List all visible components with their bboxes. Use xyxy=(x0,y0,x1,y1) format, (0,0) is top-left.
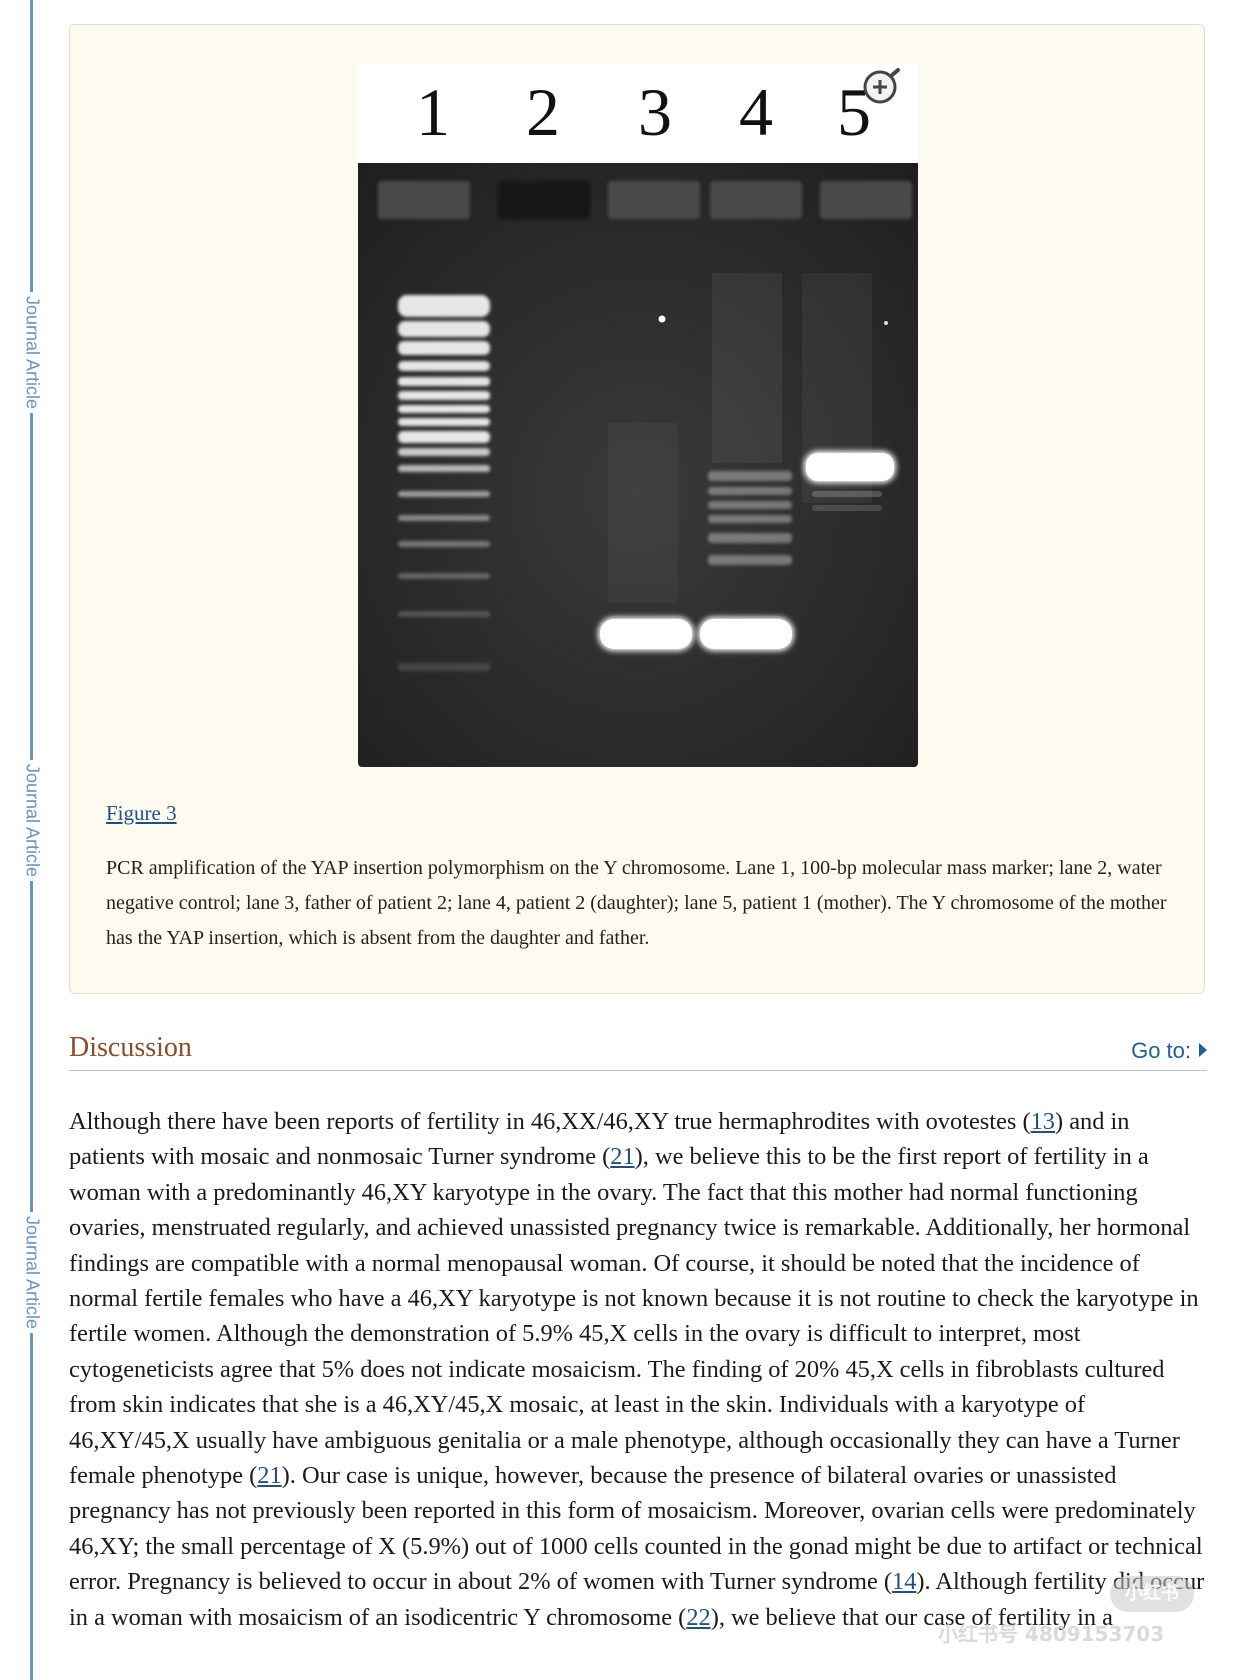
figure-caption: PCR amplification of the YAP insertion p… xyxy=(106,857,1167,949)
sidebar-rail: Journal Article Journal Article Journal … xyxy=(0,0,60,1680)
figure-box: 1 2 3 4 5 Figure 3 PCR amplification of … xyxy=(69,24,1205,994)
reference-link[interactable]: 22 xyxy=(686,1604,710,1631)
reference-link[interactable]: 14 xyxy=(892,1568,916,1595)
discussion-paragraph: Although there have been reports of fert… xyxy=(69,1108,1205,1631)
caret-right-icon xyxy=(1199,1043,1207,1057)
lane-number: 3 xyxy=(638,74,672,150)
watermark-badge: 小红书 xyxy=(1110,1576,1194,1612)
reference-link[interactable]: 21 xyxy=(610,1143,634,1170)
figure-link[interactable]: Figure 3 xyxy=(106,801,177,826)
section-header: Discussion Go to: xyxy=(69,1026,1207,1071)
goto-menu[interactable]: Go to: xyxy=(1131,1038,1207,1064)
watermark-text: 小红书号 4809153703 xyxy=(938,1622,1165,1646)
section-title: Discussion xyxy=(69,1032,192,1063)
goto-label: Go to: xyxy=(1131,1038,1191,1063)
lane-number: 1 xyxy=(416,74,450,150)
gel-image[interactable]: 1 2 3 4 5 xyxy=(358,63,918,767)
zoom-in-icon xyxy=(863,68,900,104)
lane-number: 2 xyxy=(526,74,560,150)
gel-electrophoresis-image: 1 2 3 4 5 xyxy=(358,63,918,767)
zoom-button[interactable] xyxy=(860,67,904,111)
reference-link[interactable]: 13 xyxy=(1031,1108,1055,1135)
lane-number: 4 xyxy=(739,74,773,150)
reference-link[interactable]: 21 xyxy=(257,1462,281,1489)
